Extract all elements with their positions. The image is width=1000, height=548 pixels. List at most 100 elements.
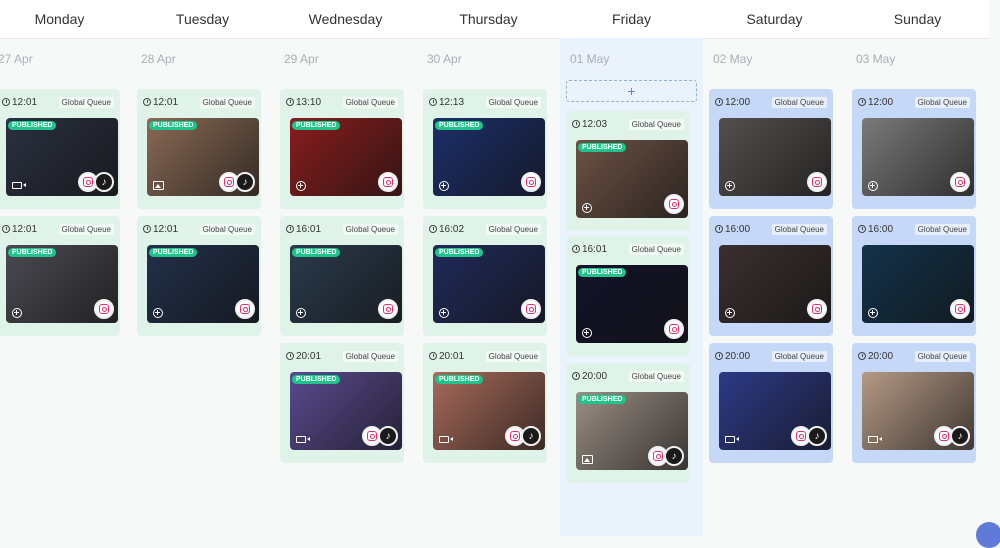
queue-label[interactable]: Global Queue [914,96,970,108]
add-icon [295,180,307,191]
card-header: 16:02 Global Queue [429,221,541,237]
video-icon [11,180,26,191]
video-icon-glyph [725,436,739,443]
post-time-text: 20:00 [582,370,608,382]
post-thumbnail[interactable]: PUBLISHED [147,245,259,323]
post-thumbnail[interactable]: PUBLISHED ♪ [433,372,545,450]
post-card[interactable]: 16:00 Global Queue [852,216,976,336]
post-time: 12:00 [858,97,893,108]
queue-label[interactable]: Global Queue [771,96,827,108]
card-header: 20:00 Global Queue [572,368,684,384]
card-header: 20:01 Global Queue [429,348,541,364]
queue-label[interactable]: Global Queue [342,223,398,235]
queue-label[interactable]: Global Queue [199,223,255,235]
queue-label[interactable]: Global Queue [628,243,684,255]
queue-label[interactable]: Global Queue [485,96,541,108]
instagram-glyph [669,199,679,209]
post-time-text: 16:01 [296,223,322,235]
post-thumbnail[interactable]: PUBLISHED ♪ [576,392,688,470]
post-card[interactable]: 16:01 Global Queue PUBLISHED [280,216,404,336]
video-icon-glyph [439,436,453,443]
post-card[interactable]: 16:02 Global Queue PUBLISHED [423,216,547,336]
instagram-glyph [367,431,377,441]
post-thumbnail[interactable]: PUBLISHED ♪ [290,372,402,450]
post-thumbnail[interactable]: PUBLISHED [576,265,688,343]
add-icon [581,327,593,338]
queue-label[interactable]: Global Queue [771,223,827,235]
queue-label[interactable]: Global Queue [628,118,684,130]
post-time: 16:00 [858,224,893,235]
day-date: 02 May [713,52,753,66]
post-card[interactable]: 20:00 Global Queue PUBLISHED ♪ [566,363,690,483]
post-thumbnail[interactable]: ♪ [862,372,974,450]
instagram-glyph [939,431,949,441]
queue-label[interactable]: Global Queue [58,223,114,235]
add-icon [438,180,450,191]
post-thumbnail[interactable]: PUBLISHED [290,118,402,196]
queue-label[interactable]: Global Queue [342,350,398,362]
post-thumbnail[interactable]: PUBLISHED [6,245,118,323]
image-icon [581,454,593,465]
post-card[interactable]: 12:13 Global Queue PUBLISHED [423,89,547,209]
card-header: 16:00 Global Queue [858,221,970,237]
published-badge: PUBLISHED [578,395,627,404]
social-platforms [664,194,684,214]
post-time: 16:02 [429,224,464,235]
post-thumbnail[interactable]: PUBLISHED ♪ [6,118,118,196]
clock-icon [715,352,723,360]
add-post-button[interactable]: + [566,80,697,102]
add-icon-glyph [439,180,449,191]
post-thumbnail[interactable]: ♪ [719,372,831,450]
queue-label[interactable]: Global Queue [628,370,684,382]
day-column-sunday: Sunday 03 May 12:00 Global Queue 16:00 Global… [846,0,989,536]
post-card[interactable]: 20:00 Global Queue ♪ [852,343,976,463]
post-thumbnail[interactable]: PUBLISHED [433,118,545,196]
day-header: Tuesday [131,0,274,39]
queue-label[interactable]: Global Queue [914,223,970,235]
queue-label[interactable]: Global Queue [914,350,970,362]
help-chat-icon[interactable] [976,522,1000,548]
post-card[interactable]: 16:00 Global Queue [709,216,833,336]
post-time-text: 16:00 [725,223,751,235]
social-platforms [378,299,398,319]
post-thumbnail[interactable] [719,118,831,196]
post-card[interactable]: 12:01 Global Queue PUBLISHED ♪ [0,89,120,209]
queue-label[interactable]: Global Queue [342,96,398,108]
post-time-text: 20:01 [296,350,322,362]
day-body: 29 Apr 13:10 Global Queue PUBLISHED 16:01 Glo… [274,38,417,536]
post-thumbnail[interactable]: PUBLISHED [576,140,688,218]
queue-label[interactable]: Global Queue [199,96,255,108]
post-thumbnail[interactable] [719,245,831,323]
post-thumbnail[interactable]: PUBLISHED [290,245,402,323]
queue-label[interactable]: Global Queue [485,350,541,362]
add-icon-glyph [296,180,306,191]
post-card[interactable]: 12:03 Global Queue PUBLISHED [566,111,690,231]
social-platforms [378,172,398,192]
queue-label[interactable]: Global Queue [58,96,114,108]
social-platforms: ♪ [219,172,255,192]
video-icon [867,434,882,445]
tiktok-icon: ♪ [235,172,255,192]
post-card[interactable]: 13:10 Global Queue PUBLISHED [280,89,404,209]
post-card[interactable]: 12:00 Global Queue [709,89,833,209]
post-card[interactable]: 12:01 Global Queue PUBLISHED [137,216,261,336]
post-thumbnail[interactable]: PUBLISHED [433,245,545,323]
post-card[interactable]: 20:01 Global Queue PUBLISHED ♪ [423,343,547,463]
post-thumbnail[interactable] [862,118,974,196]
post-time: 20:00 [572,371,607,382]
post-card[interactable]: 20:00 Global Queue ♪ [709,343,833,463]
post-thumbnail[interactable]: PUBLISHED ♪ [147,118,259,196]
add-icon [152,307,164,318]
queue-label[interactable]: Global Queue [485,223,541,235]
social-platforms [235,299,255,319]
clock-icon [143,225,151,233]
post-card[interactable]: 12:01 Global Queue PUBLISHED ♪ [137,89,261,209]
post-card[interactable]: 16:01 Global Queue PUBLISHED [566,236,690,356]
post-card[interactable]: 12:01 Global Queue PUBLISHED [0,216,120,336]
post-card[interactable]: 20:01 Global Queue PUBLISHED ♪ [280,343,404,463]
post-thumbnail[interactable] [862,245,974,323]
post-card[interactable]: 12:00 Global Queue [852,89,976,209]
add-icon-glyph [725,307,735,318]
add-icon-glyph [296,307,306,318]
queue-label[interactable]: Global Queue [771,350,827,362]
